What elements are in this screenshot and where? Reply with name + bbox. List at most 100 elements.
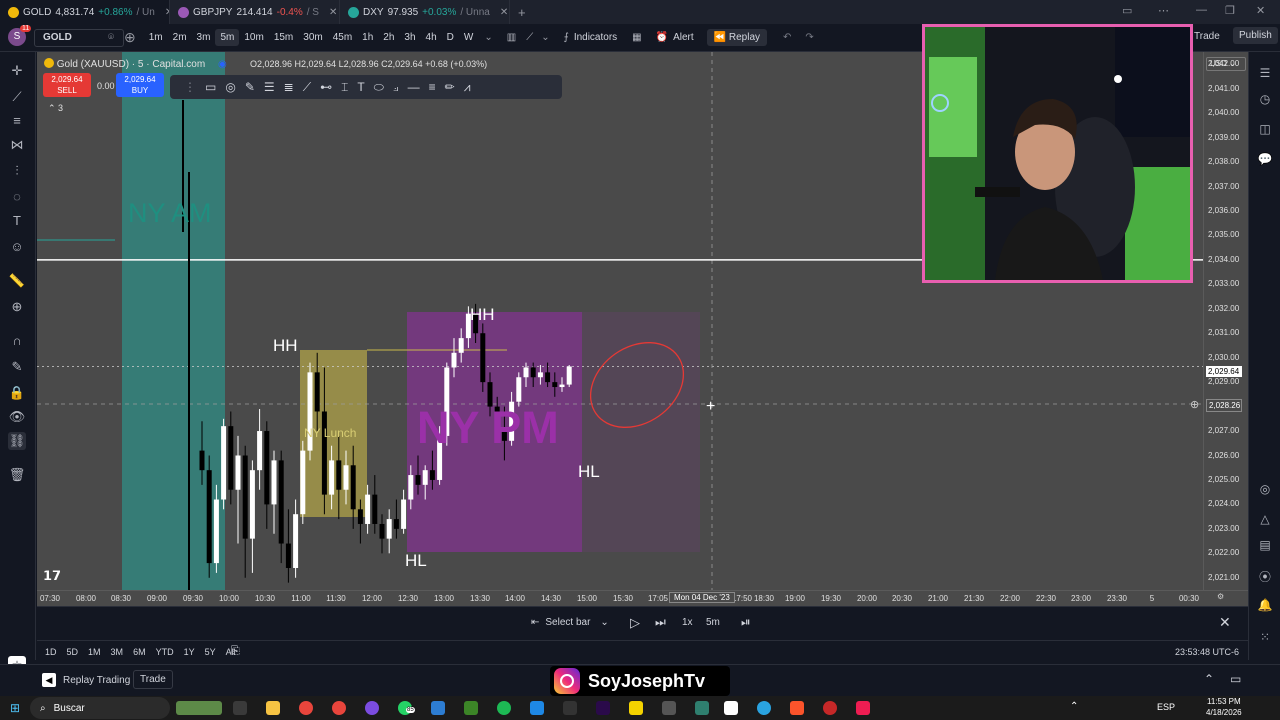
browser-tab-dxy[interactable]: DXY 97.935 +0.03% / Unna ✕ <box>340 0 510 24</box>
fib-tool-icon[interactable]: ☰ <box>264 80 275 94</box>
go-to-date-icon[interactable]: ⎘ <box>231 645 240 658</box>
zoom-in-icon[interactable]: ⊕ <box>8 298 26 316</box>
obs-icon[interactable] <box>823 701 837 715</box>
add-alert-plus-icon[interactable]: ⊕ <box>1190 398 1199 411</box>
brave-icon[interactable] <box>790 701 804 715</box>
chevron-down-icon[interactable]: ⌄ <box>541 32 549 43</box>
browser-tab-gold[interactable]: GOLD 4,831.74 +0.86% / Un ✕ <box>0 0 170 24</box>
ellipse-tool-icon[interactable]: ⬭ <box>374 80 384 95</box>
sticky-notes-icon[interactable] <box>629 701 643 715</box>
trade-button[interactable]: Trade <box>1194 31 1220 42</box>
stay-in-drawing-mode-icon[interactable]: ✎ <box>8 358 26 376</box>
calendar-icon[interactable]: ▤ <box>1257 538 1273 554</box>
range-1d[interactable]: 1D <box>45 647 57 657</box>
buy-button[interactable]: 2,029.64 BUY <box>116 73 164 97</box>
alerts-clock-icon[interactable]: ◷ <box>1257 92 1273 108</box>
timeframe-4h[interactable]: 4h <box>421 29 442 46</box>
app-icon-2[interactable] <box>662 701 676 715</box>
interval-selector[interactable]: 5m <box>706 617 720 628</box>
trend-line-icon[interactable]: ⟋ <box>8 88 26 106</box>
replay-trading-tab[interactable]: Replay Trading <box>63 675 130 686</box>
polyline-tool-icon[interactable]: ⩘ <box>464 80 471 95</box>
compare-symbol-icon[interactable]: ⊕ <box>124 29 136 46</box>
range-1m[interactable]: 1M <box>88 647 101 657</box>
text-tool-icon[interactable]: T <box>357 80 364 94</box>
taskbar-clock[interactable]: 11:53 PM 4/18/2026 <box>1206 696 1242 718</box>
indicators-button[interactable]: Indicators <box>569 29 622 46</box>
lock-icon[interactable]: 🔒 <box>8 384 26 402</box>
circle-tool-icon[interactable]: ◎ <box>225 80 235 94</box>
close-window-icon[interactable]: ✕ <box>1256 4 1265 17</box>
app-icon-3[interactable] <box>695 701 709 715</box>
user-avatar[interactable]: S 11 <box>8 24 32 48</box>
price-range-icon[interactable]: ⌶ <box>341 80 348 95</box>
range-5y[interactable]: 5Y <box>205 647 216 657</box>
drag-handle-icon[interactable]: ⋮ <box>184 80 196 94</box>
minecraft-icon[interactable] <box>464 701 478 715</box>
more-options-icon[interactable]: ⋯ <box>1158 4 1169 17</box>
maximize-panel-icon[interactable]: ▭ <box>1230 672 1241 686</box>
sell-button[interactable]: 2,029.64 SELL <box>43 73 91 97</box>
brush-tool-icon[interactable]: ✎ <box>245 80 255 94</box>
line-style-icon[interactable]: ⟋ <box>526 32 533 43</box>
play-icon[interactable]: ▷ <box>630 615 640 631</box>
lines-tool-icon[interactable]: ≡ <box>429 80 436 94</box>
app-icon[interactable] <box>563 701 577 715</box>
notifications-icon[interactable]: 🔔 <box>1257 598 1273 614</box>
file-explorer-icon[interactable] <box>266 701 280 715</box>
hide-drawings-icon[interactable]: 👁 <box>8 408 26 426</box>
apps-grid-icon[interactable]: ⁙ <box>1257 630 1273 646</box>
taskbar-search[interactable]: ⌕ Buscar <box>30 697 170 719</box>
vscode-icon[interactable] <box>530 701 544 715</box>
timeframe-D[interactable]: D <box>442 29 459 46</box>
range-ytd[interactable]: YTD <box>156 647 174 657</box>
indicators-collapse-toggle[interactable]: ⌃ 3 <box>48 103 63 114</box>
symbol-legend[interactable]: Gold (XAUUSD) · 5 · Capital.com ◉ <box>44 58 227 70</box>
crosshair-icon[interactable]: ✛ <box>8 62 26 80</box>
prediction-tools-icon[interactable]: ⫶ <box>8 162 26 180</box>
speed-selector[interactable]: 1x <box>682 617 693 628</box>
horizontal-line-icon[interactable]: — <box>408 80 420 94</box>
chat-icon[interactable]: 💬 <box>1257 152 1273 168</box>
timeframe-W[interactable]: W <box>459 29 478 46</box>
clock-timezone[interactable]: 23:53:48 UTC-6 <box>1175 647 1239 657</box>
parallel-channel-icon[interactable]: ≣ <box>284 80 294 94</box>
icons-emoji-icon[interactable]: ☺ <box>8 238 26 256</box>
range-6m[interactable]: 6M <box>133 647 146 657</box>
timeframe-15m[interactable]: 15m <box>269 29 298 46</box>
new-tab-icon[interactable]: + <box>518 5 526 20</box>
premiere-pro-icon[interactable] <box>596 701 610 715</box>
time-axis[interactable]: 07:30 08:00 08:30 09:00 09:30 10:00 10:30 11:00… <box>37 590 1248 606</box>
timeframe-2m[interactable]: 2m <box>168 29 192 46</box>
alert-button[interactable]: Alert <box>668 29 699 46</box>
tray-chevron-icon[interactable]: ⌃ <box>1070 701 1078 712</box>
calculator-icon[interactable] <box>431 701 445 715</box>
alert-clock-icon[interactable]: ⏰ <box>656 32 668 43</box>
trash-icon[interactable]: 🗑 <box>8 466 26 484</box>
target-icon[interactable]: ◎ <box>1257 482 1273 498</box>
rectangle-tool-icon[interactable]: ▭ <box>205 80 216 94</box>
trade-panel-button[interactable]: Trade <box>133 670 173 689</box>
redo-icon[interactable]: ↷ <box>805 32 813 43</box>
undo-icon[interactable]: ↶ <box>783 32 791 43</box>
chrome-profile-icon[interactable] <box>332 701 346 715</box>
text-tool-icon[interactable]: T <box>8 212 26 230</box>
fib-retracement-icon[interactable]: ≡ <box>8 112 26 130</box>
minimize-icon[interactable]: — <box>1196 4 1207 16</box>
pencil-tool-icon[interactable]: ✏ <box>445 80 455 94</box>
timeframe-5m[interactable]: 5m <box>215 29 240 46</box>
range-1y[interactable]: 1Y <box>184 647 195 657</box>
close-tab-icon[interactable]: ✕ <box>329 7 337 18</box>
horizontal-ray-icon[interactable]: ⊷ <box>320 80 332 94</box>
trend-line-icon[interactable]: ⟋ <box>303 80 311 95</box>
axis-settings-icon[interactable]: ⚙ <box>1217 592 1224 601</box>
chrome-icon[interactable] <box>299 701 313 715</box>
candles-style-icon[interactable]: ▥ <box>507 32 516 43</box>
sync-drawings-icon[interactable]: ⛓ <box>8 432 26 450</box>
jump-to-realtime-icon[interactable]: ⏯ <box>741 615 751 630</box>
path-tool-icon[interactable]: ⟓ <box>393 80 399 95</box>
tradingview-taskbar-icon[interactable] <box>724 701 738 715</box>
task-view-icon[interactable] <box>233 701 247 715</box>
browser-app-icon[interactable] <box>365 701 379 715</box>
step-forward-icon[interactable]: ⏭ <box>655 615 666 630</box>
